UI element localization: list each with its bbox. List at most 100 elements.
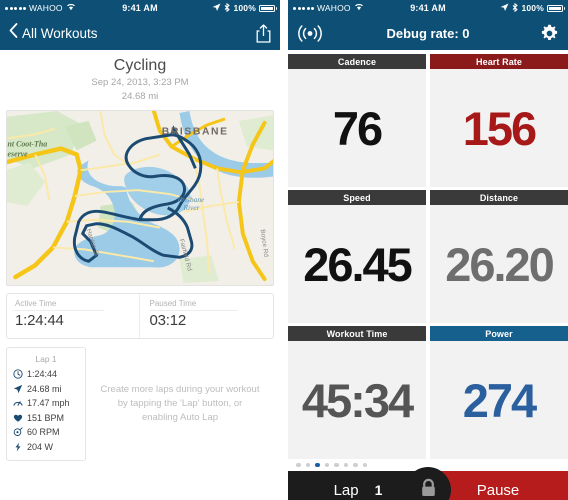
status-bar-right-group: 100% [212, 2, 277, 14]
page-title: Cycling [113, 57, 167, 74]
lap-card[interactable]: Lap 1 1:24:44 24.68 mi 17.47 mph 151 BPM… [6, 347, 86, 461]
wifi-icon [66, 3, 76, 13]
signal-dots-icon [5, 6, 26, 10]
heart-icon [13, 413, 23, 423]
map-canvas: BRISBANE nt Coot-Tha eserve Brisbane Riv… [7, 111, 273, 285]
chevron-left-icon [9, 23, 18, 43]
tile-body-workout-time: 45:34 [288, 341, 426, 459]
lap-speed-value: 17.47 mph [27, 398, 70, 408]
workout-detail-screen: WAHOO 9:41 AM 100% All Workouts Cycling … [0, 0, 284, 500]
share-icon[interactable] [256, 23, 271, 43]
page-dot-active[interactable] [315, 462, 320, 468]
status-bar-right: WAHOO 9:41 AM 100% [288, 0, 568, 16]
workout-time-value: 45:34 [301, 373, 414, 427]
speed-value: 26.45 [303, 237, 413, 291]
lap-count: 1 [374, 482, 383, 498]
signal-dots-icon [293, 6, 314, 10]
lap-hint-text: Create more laps during your workout by … [100, 384, 260, 423]
page-dot[interactable] [334, 462, 339, 468]
tile-power[interactable]: Power 274 [430, 326, 568, 459]
tile-body-power: 274 [430, 341, 568, 459]
speedometer-icon [13, 398, 23, 408]
debug-rate-label: Debug rate: 0 [386, 25, 470, 41]
active-time-cell: Active Time 1:24:44 [7, 294, 139, 338]
page-dot[interactable] [343, 462, 348, 468]
page-dot[interactable] [324, 462, 329, 468]
workout-route-map[interactable]: BRISBANE nt Coot-Tha eserve Brisbane Riv… [6, 110, 274, 286]
workout-datetime: Sep 24, 2013, 3:23 PM [91, 77, 189, 88]
lap-row: 60 RPM [7, 425, 85, 440]
page-dot[interactable] [296, 462, 301, 468]
page-dot[interactable] [353, 462, 358, 468]
lap-cadence-value: 60 RPM [27, 427, 60, 437]
status-bar-left: WAHOO 9:41 AM 100% [0, 0, 280, 16]
status-bar-right-group: 100% [500, 2, 565, 14]
battery-icon [547, 4, 565, 12]
status-bar-left-group: WAHOO [5, 3, 76, 13]
lap-card-title: Lap 1 [35, 354, 57, 364]
status-bar-left-group: WAHOO [293, 3, 364, 13]
lap-section: Lap 1 1:24:44 24.68 mi 17.47 mph 151 BPM… [6, 347, 274, 461]
tile-header-cadence: Cadence [288, 54, 426, 69]
lock-icon [420, 478, 437, 500]
distance-value: 26.20 [445, 237, 555, 291]
metrics-grid: Cadence 76 Heart Rate 156 Speed 26.45 Di… [288, 50, 568, 459]
navigation-bar: All Workouts [0, 16, 280, 50]
battery-percent-label: 100% [521, 3, 544, 13]
cadence-value: 76 [332, 101, 383, 155]
svg-text:BRISBANE: BRISBANE [162, 127, 229, 138]
tile-cadence[interactable]: Cadence 76 [288, 54, 426, 187]
power-value: 274 [462, 373, 537, 427]
broadcast-icon[interactable] [297, 24, 323, 42]
app-root: WAHOO 9:41 AM 100% All Workouts Cycling … [0, 0, 568, 500]
paused-time-cell: Paused Time 03:12 [138, 294, 274, 338]
carrier-label: WAHOO [317, 3, 351, 13]
tile-body-cadence: 76 [288, 69, 426, 187]
lap-heartrate-value: 151 BPM [27, 412, 65, 423]
paused-time-label: Paused Time [149, 299, 197, 308]
back-button-label: All Workouts [22, 25, 98, 41]
tile-body-speed: 26.45 [288, 205, 426, 323]
navigation-icon [13, 384, 23, 394]
location-arrow-icon [500, 3, 509, 14]
paused-time-value: 03:12 [149, 312, 187, 329]
lap-distance-value: 24.68 mi [27, 383, 62, 394]
bottom-toolbar: Lap 1 Pause [288, 467, 568, 500]
lap-button-label: Lap [333, 481, 359, 499]
lap-power-value: 204 W [27, 441, 54, 452]
wifi-icon [354, 3, 364, 13]
tile-header-speed: Speed [288, 190, 426, 205]
tile-heart-rate[interactable]: Heart Rate 156 [430, 54, 568, 187]
page-dot[interactable] [305, 462, 310, 468]
page-dot[interactable] [362, 462, 367, 468]
tile-body-heart-rate: 156 [430, 69, 568, 187]
active-time-value: 1:24:44 [15, 312, 64, 329]
bluetooth-icon [224, 2, 231, 14]
gear-icon[interactable] [540, 24, 559, 43]
tile-body-distance: 26.20 [430, 205, 568, 323]
carrier-label: WAHOO [29, 3, 63, 13]
svg-text:nt Coot-Tha: nt Coot-Tha [8, 140, 48, 149]
active-time-label: Active Time [15, 299, 57, 308]
tile-header-workout-time: Workout Time [288, 326, 426, 341]
lap-row: 204 W [7, 440, 85, 455]
tile-header-heart-rate: Heart Rate [430, 54, 568, 69]
battery-icon [259, 4, 277, 12]
svg-text:River: River [183, 203, 200, 212]
pause-button-label: Pause [476, 481, 520, 499]
live-workout-screen: WAHOO 9:41 AM 100% Debug rate: 0 Cadence… [288, 0, 568, 500]
tile-header-power: Power [430, 326, 568, 341]
lap-row: 1:24:44 [7, 367, 85, 382]
tile-speed[interactable]: Speed 26.45 [288, 190, 426, 323]
battery-percent-label: 100% [233, 3, 256, 13]
tile-distance[interactable]: Distance 26.20 [430, 190, 568, 323]
time-summary-card: Active Time 1:24:44 Paused Time 03:12 [6, 293, 274, 339]
bolt-icon [13, 442, 23, 452]
workout-distance: 24.68 mi [121, 91, 159, 102]
tile-workout-time[interactable]: Workout Time 45:34 [288, 326, 426, 459]
heart-rate-value: 156 [462, 101, 537, 155]
bluetooth-icon [512, 2, 519, 14]
lap-row: 151 BPM [7, 411, 85, 426]
back-button[interactable]: All Workouts [9, 23, 98, 43]
cadence-icon [13, 427, 23, 437]
